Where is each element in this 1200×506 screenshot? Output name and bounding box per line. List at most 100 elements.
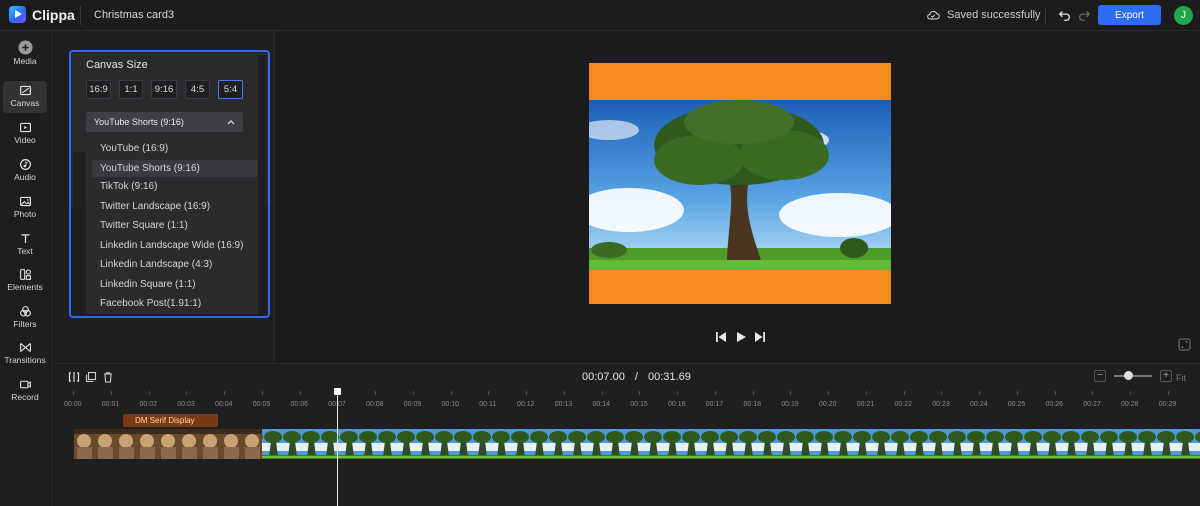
skip-back-icon[interactable] <box>715 331 727 343</box>
cloud-check-icon <box>927 10 940 20</box>
dropdown-scrollbar-track <box>258 55 266 315</box>
sidebar-item-media[interactable]: Media <box>3 39 47 71</box>
text-clip[interactable]: DM Serif Display <box>123 414 218 427</box>
sidebar-item-label: Video <box>14 135 36 145</box>
sidebar-item-label: Record <box>11 392 39 402</box>
skip-forward-icon[interactable] <box>754 331 766 343</box>
ruler-tick-label: 00:11 <box>479 401 497 408</box>
timecode: 00:07.00 / 00:31.69 <box>582 371 691 383</box>
elements-icon <box>19 269 31 280</box>
duplicate-icon[interactable] <box>85 371 97 383</box>
preset-dropdown: YouTube (16:9) YouTube Shorts (9:16) Tik… <box>86 139 266 314</box>
app-logo[interactable]: Clippa <box>9 6 75 23</box>
ratio-4-5-button[interactable]: 4:5 <box>185 80 210 99</box>
zoom-in-button[interactable]: + <box>1160 370 1172 382</box>
undo-icon[interactable] <box>1058 8 1072 22</box>
sidebar-item-transitions[interactable]: Transitions <box>3 338 47 370</box>
top-bar: Clippa Christmas card3 Saved successfull… <box>0 0 1200 31</box>
audio-icon <box>19 159 31 170</box>
fit-button[interactable]: Fit <box>1176 373 1186 383</box>
delete-icon[interactable] <box>102 371 114 383</box>
project-title[interactable]: Christmas card3 <box>94 9 174 21</box>
panel-gap <box>73 152 85 307</box>
ruler-tick-mark <box>979 391 980 395</box>
ruler-tick-label: 00:09 <box>403 401 422 408</box>
photo-icon <box>19 196 31 207</box>
canvas-preview[interactable] <box>589 63 891 304</box>
preset-option-selected[interactable]: YouTube Shorts (9:16) <box>92 160 258 177</box>
export-button[interactable]: Export <box>1098 5 1161 25</box>
redo-icon[interactable] <box>1077 8 1091 22</box>
text-icon <box>20 234 30 243</box>
chevron-up-icon <box>227 120 235 125</box>
ruler-tick-mark <box>790 391 792 395</box>
sidebar-item-photo[interactable]: Photo <box>3 192 47 224</box>
sidebar-item-filters[interactable]: Filters <box>3 302 47 334</box>
ruler-tick-mark <box>1130 391 1131 395</box>
canvas-icon <box>19 85 31 96</box>
ruler-tick-label: 00:25 <box>1007 401 1026 408</box>
ruler-tick-label: 00:20 <box>819 401 837 408</box>
sidebar-item-label: Photo <box>13 209 37 219</box>
sidebar-item-canvas[interactable]: Canvas <box>3 81 47 113</box>
sidebar-item-record[interactable]: Record <box>3 375 47 407</box>
ruler-tick-mark <box>601 391 603 395</box>
preset-option[interactable]: TikTok (9:16) <box>100 181 157 192</box>
preset-option[interactable]: Facebook Post(1.91:1) <box>100 298 201 309</box>
tree-scene-image <box>589 100 891 270</box>
canvas-size-title: Canvas Size <box>86 59 148 71</box>
avatar[interactable]: J <box>1174 6 1193 25</box>
ruler-tick-mark <box>677 391 678 395</box>
ratio-9-16-button[interactable]: 9:16 <box>151 80 177 99</box>
divider <box>1045 7 1046 24</box>
divider <box>80 6 81 25</box>
ratio-5-4-button[interactable]: 5:4 <box>218 80 243 99</box>
zoom-out-button[interactable]: − <box>1094 370 1106 382</box>
ruler-tick-mark <box>1092 391 1094 395</box>
ruler-tick-mark <box>1054 391 1056 395</box>
sidebar-item-label: Elements <box>7 282 43 292</box>
ruler-tick-mark <box>828 391 829 395</box>
playhead-handle[interactable] <box>334 388 341 395</box>
ratio-1-1-button[interactable]: 1:1 <box>119 80 143 99</box>
preset-select[interactable]: YouTube Shorts (9:16) <box>86 112 243 132</box>
ruler-tick-label: 00:04 <box>215 401 233 408</box>
ratio-16-9-button[interactable]: 16:9 <box>86 80 111 99</box>
sidebar-item-elements[interactable]: Elements <box>3 265 47 297</box>
playhead[interactable] <box>337 389 338 506</box>
ruler-tick-label: 00:05 <box>252 401 271 408</box>
ruler-tick-label: 00:14 <box>592 401 611 408</box>
preset-option[interactable]: Linkedin Landscape Wide (16:9) <box>100 240 243 251</box>
sidebar-item-audio[interactable]: Audio <box>3 155 47 187</box>
transitions-icon <box>19 343 31 352</box>
clippa-logo-icon <box>9 6 26 23</box>
filters-icon <box>19 306 31 317</box>
sidebar-item-label: Audio <box>14 172 36 182</box>
ruler-tick-label: 00:21 <box>856 401 875 408</box>
time-separator: / <box>634 371 638 383</box>
play-icon[interactable] <box>735 331 747 343</box>
ruler-tick-mark <box>714 391 716 395</box>
ruler-tick-label: 00:29 <box>1158 401 1177 408</box>
sidebar-item-video[interactable]: Video <box>3 118 47 150</box>
preset-option[interactable]: Twitter Square (1:1) <box>100 220 188 231</box>
ruler-tick-label: 00:28 <box>1121 401 1139 408</box>
zoom-slider[interactable] <box>1114 371 1152 380</box>
preset-option[interactable]: Twitter Landscape (16:9) <box>100 201 210 212</box>
ruler-tick-mark <box>1167 391 1169 395</box>
ruler-tick-label: 00:27 <box>1083 401 1101 408</box>
ruler-tick-label: 00:19 <box>781 401 799 408</box>
ruler-tick-mark <box>148 391 150 395</box>
ruler-tick-mark <box>526 391 527 395</box>
ruler-tick-mark <box>73 391 74 395</box>
ruler-tick-mark <box>563 391 565 395</box>
zoom-slider-handle[interactable] <box>1124 371 1133 380</box>
preset-option[interactable]: Linkedin Landscape (4:3) <box>100 259 212 270</box>
app-root: Clippa Christmas card3 Saved successfull… <box>0 0 1200 506</box>
video-track[interactable] <box>74 429 1200 459</box>
preset-option[interactable]: Linkedin Square (1:1) <box>100 279 196 290</box>
fullscreen-icon[interactable] <box>1178 338 1191 351</box>
split-icon[interactable] <box>68 371 80 383</box>
preset-option[interactable]: YouTube (16:9) <box>100 143 168 154</box>
sidebar-item-text[interactable]: Text <box>3 229 47 261</box>
